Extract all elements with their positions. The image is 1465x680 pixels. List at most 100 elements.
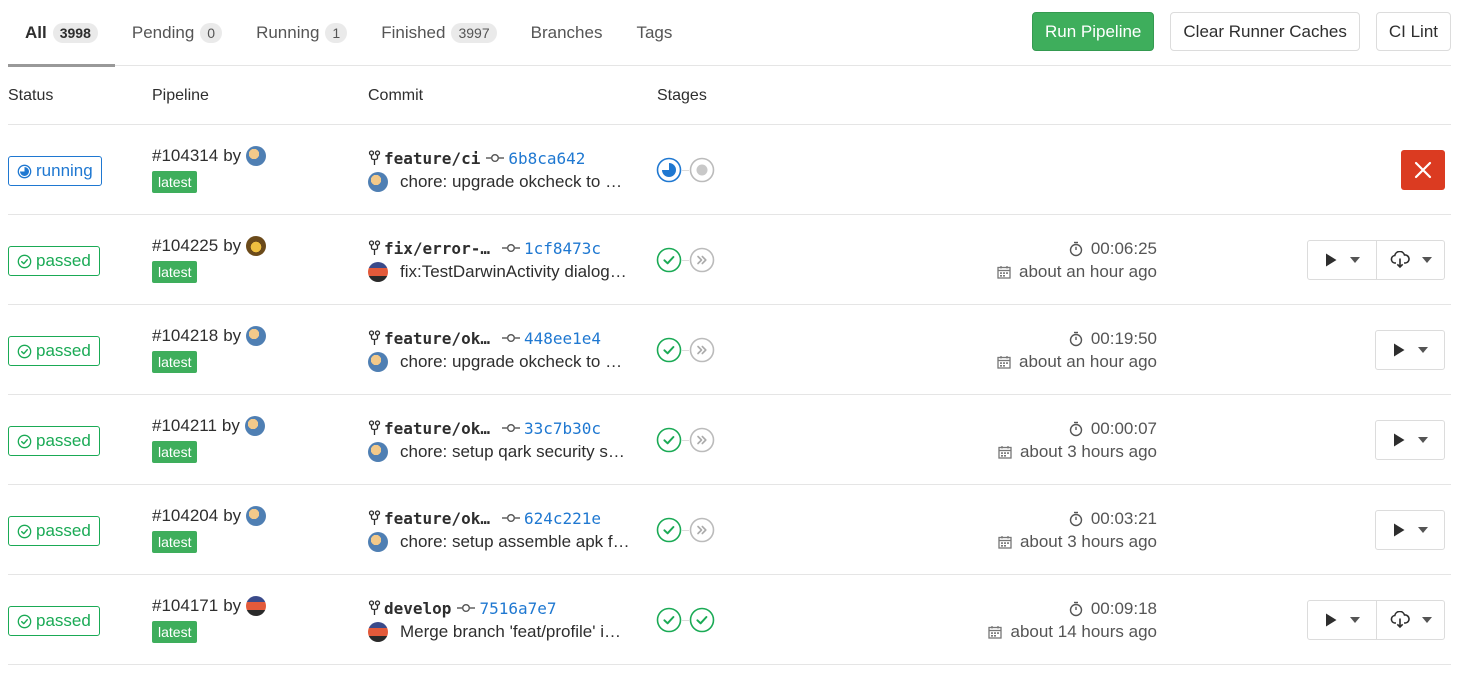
- manual-play-dropdown[interactable]: [1308, 241, 1376, 279]
- branch-link[interactable]: feature/okr-check: [384, 419, 496, 438]
- avatar[interactable]: [368, 352, 388, 372]
- pipeline-id-link[interactable]: #104204: [152, 506, 218, 526]
- run-pipeline-button[interactable]: Run Pipeline: [1031, 12, 1155, 51]
- commit-message-link[interactable]: fix:TestDarwinActivity dialog error: [400, 262, 630, 282]
- commit-message-link[interactable]: chore: upgrade okcheck to 0.1.3: [400, 352, 630, 372]
- avatar[interactable]: [244, 416, 265, 436]
- row-actions: [1307, 600, 1445, 640]
- branch-icon: [368, 240, 381, 256]
- stage-skipped-icon[interactable]: [689, 517, 715, 543]
- tab-pending[interactable]: Pending 0: [115, 0, 239, 66]
- by-label: by: [223, 326, 242, 345]
- calendar-icon: [998, 535, 1012, 549]
- tab-finished[interactable]: Finished 3997: [364, 0, 513, 66]
- avatar[interactable]: [368, 262, 388, 282]
- commit-message-link[interactable]: Merge branch 'feat/profile' into develop: [400, 622, 630, 642]
- stage-passed-icon[interactable]: [689, 607, 715, 633]
- stage-passed-icon[interactable]: [656, 517, 682, 543]
- artifacts-download-dropdown[interactable]: [1376, 601, 1444, 639]
- tab-branches[interactable]: Branches: [514, 0, 620, 66]
- commit-sha-link[interactable]: 6b8ca642: [508, 149, 585, 168]
- column-stages: Stages: [657, 87, 707, 104]
- commit-icon: [457, 603, 476, 613]
- branch-link[interactable]: feature/ci: [384, 149, 480, 168]
- chevron-down-icon: [1350, 257, 1360, 263]
- avatar[interactable]: [368, 172, 388, 192]
- manual-play-dropdown[interactable]: [1376, 421, 1444, 459]
- column-pipeline: Pipeline: [152, 87, 209, 104]
- status-badge[interactable]: passed: [8, 606, 100, 636]
- tab-label: Pending: [131, 23, 195, 42]
- column-commit: Commit: [368, 87, 424, 104]
- finished-time: about 3 hours ago: [1019, 531, 1157, 551]
- branch-link[interactable]: feature/okr-check: [384, 329, 496, 348]
- tab-all[interactable]: All 3998: [8, 0, 115, 67]
- status-badge[interactable]: running: [8, 156, 102, 186]
- pipeline-cell: #104314 by latest: [152, 145, 267, 193]
- avatar[interactable]: [246, 506, 267, 526]
- pipeline-id-link[interactable]: #104171: [152, 596, 218, 616]
- status-label: passed: [36, 521, 91, 540]
- stage-skipped-icon[interactable]: [689, 427, 715, 453]
- running-icon: [17, 164, 32, 179]
- stage-connector: [682, 259, 689, 261]
- duration: 00:03:21: [1090, 508, 1157, 528]
- avatar[interactable]: [368, 532, 388, 552]
- status-badge[interactable]: passed: [8, 246, 100, 276]
- avatar[interactable]: [246, 236, 267, 256]
- by-label: by: [223, 146, 242, 165]
- artifacts-download-dropdown[interactable]: [1376, 241, 1444, 279]
- avatar[interactable]: [368, 442, 388, 462]
- status-label: passed: [36, 341, 91, 360]
- finished-time: about an hour ago: [1018, 261, 1157, 281]
- avatar[interactable]: [368, 622, 388, 642]
- commit-message-link[interactable]: chore: upgrade okcheck to 0.1.3: [400, 172, 630, 192]
- commit-sha-link[interactable]: 7516a7e7: [479, 599, 556, 618]
- commit-message-link[interactable]: chore: setup qark security scan: [400, 442, 630, 462]
- ci-lint-button[interactable]: CI Lint: [1375, 12, 1451, 51]
- stage-passed-icon[interactable]: [656, 247, 682, 273]
- pipeline-id-link[interactable]: #104225: [152, 236, 218, 256]
- cancel-pipeline-button[interactable]: [1401, 150, 1445, 190]
- status-badge[interactable]: passed: [8, 516, 100, 546]
- status-badge[interactable]: passed: [8, 426, 100, 456]
- play-icon: [1392, 522, 1406, 538]
- tab-count: 3997: [451, 23, 497, 43]
- tab-running[interactable]: Running 1: [239, 0, 364, 66]
- pipeline-id-link[interactable]: #104218: [152, 326, 218, 346]
- table-row: passed #104171 by latest develop 7516a7e7 Merg…: [8, 575, 1451, 665]
- stage-passed-icon[interactable]: [656, 427, 682, 453]
- pipeline-id-link[interactable]: #104211: [152, 416, 217, 436]
- pipeline-stages: [656, 337, 715, 363]
- branch-link[interactable]: develop: [384, 599, 451, 618]
- commit-sha-link[interactable]: 624c221e: [524, 509, 601, 528]
- manual-play-dropdown[interactable]: [1376, 331, 1444, 369]
- stage-skipped-icon[interactable]: [689, 337, 715, 363]
- avatar[interactable]: [246, 596, 267, 616]
- pipeline-stages: [656, 517, 715, 543]
- by-label: by: [223, 596, 242, 615]
- commit-cell: develop 7516a7e7 Merge branch 'feat/profil…: [368, 597, 638, 643]
- tab-tags[interactable]: Tags: [619, 0, 689, 66]
- latest-badge: latest: [152, 261, 198, 283]
- pipeline-id-link[interactable]: #104314: [152, 146, 218, 166]
- stage-passed-icon[interactable]: [656, 337, 682, 363]
- avatar[interactable]: [246, 326, 267, 346]
- status-badge[interactable]: passed: [8, 336, 100, 366]
- commit-sha-link[interactable]: 33c7b30c: [524, 419, 601, 438]
- stage-skipped-icon[interactable]: [689, 247, 715, 273]
- stage-running-icon[interactable]: [656, 157, 682, 183]
- commit-sha-link[interactable]: 448ee1e4: [524, 329, 601, 348]
- cloud-download-icon: [1390, 611, 1410, 629]
- branch-link[interactable]: fix/error-message: [384, 239, 496, 258]
- tab-label: Finished: [381, 23, 446, 42]
- branch-link[interactable]: feature/okr-check: [384, 509, 496, 528]
- commit-message-link[interactable]: chore: setup assemble apk for ci: [400, 532, 630, 552]
- manual-play-dropdown[interactable]: [1308, 601, 1376, 639]
- commit-sha-link[interactable]: 1cf8473c: [524, 239, 601, 258]
- clear-runner-caches-button[interactable]: Clear Runner Caches: [1170, 12, 1360, 51]
- stage-passed-icon[interactable]: [656, 607, 682, 633]
- avatar[interactable]: [246, 146, 267, 166]
- manual-play-dropdown[interactable]: [1376, 511, 1444, 549]
- stage-created-icon[interactable]: [689, 157, 715, 183]
